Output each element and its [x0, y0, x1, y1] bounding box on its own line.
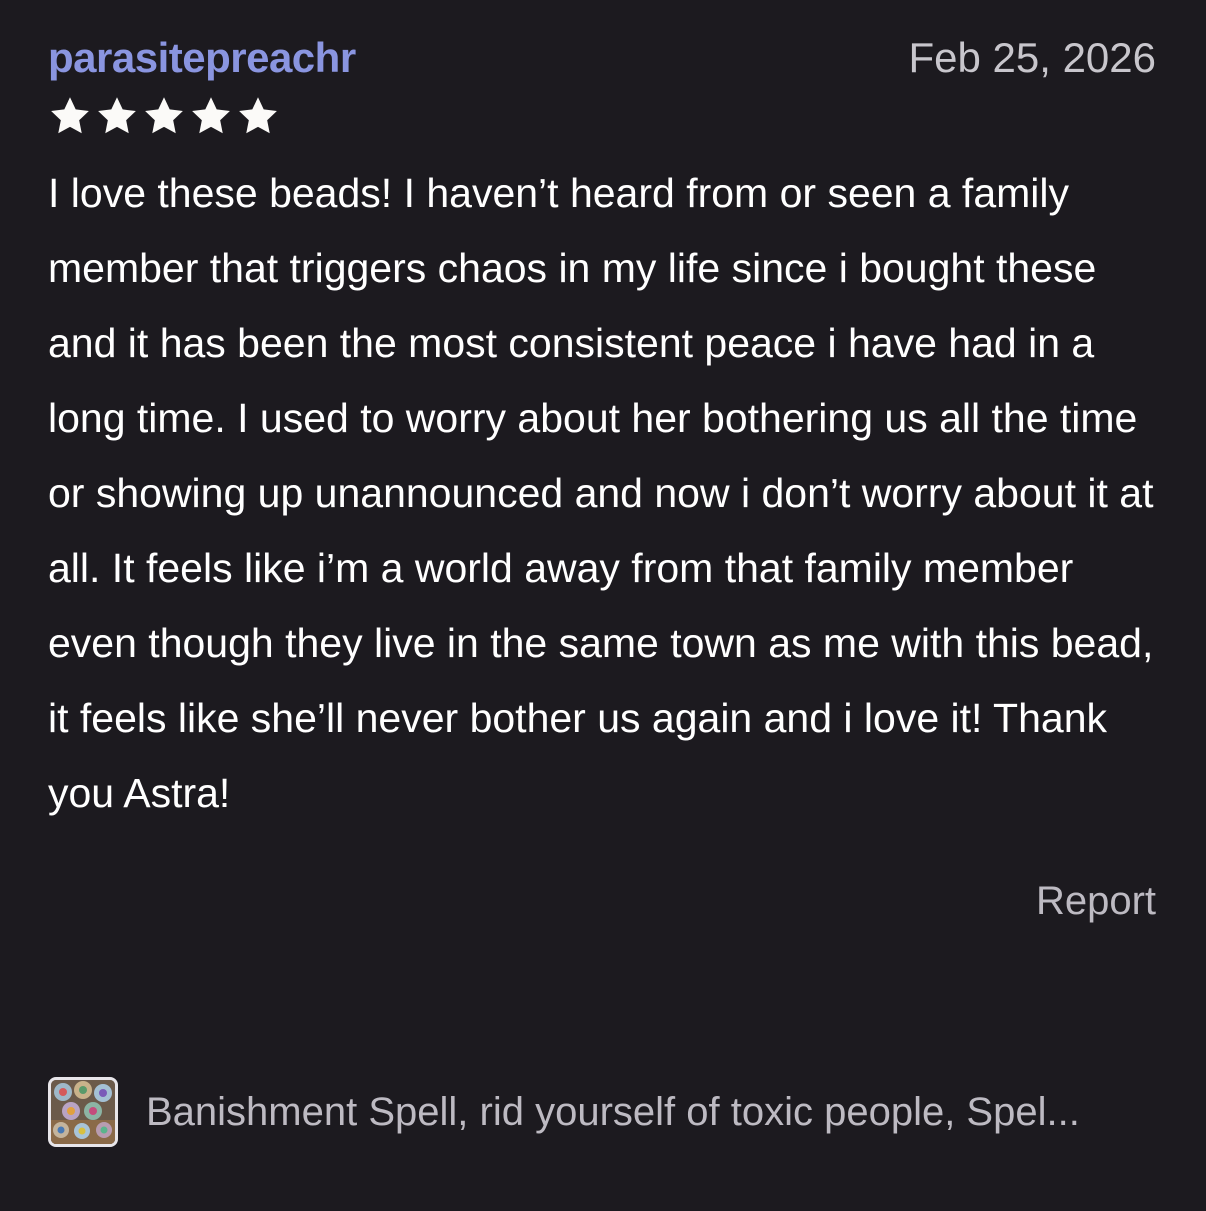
review-header: parasitepreachr Feb 25, 2026 — [48, 30, 1156, 86]
star-icon — [48, 94, 92, 138]
star-icon — [236, 94, 280, 138]
review-body: I love these beads! I haven’t heard from… — [48, 170, 1154, 816]
product-title: Banishment Spell, rid yourself of toxic … — [146, 1089, 1080, 1134]
review-card: parasitepreachr Feb 25, 2026 I love thes… — [48, 30, 1156, 931]
review-date: Feb 25, 2026 — [908, 34, 1156, 81]
star-icon — [142, 94, 186, 138]
product-link[interactable]: Banishment Spell, rid yourself of toxic … — [48, 1075, 1156, 1149]
star-icon — [189, 94, 233, 138]
reviewer-username[interactable]: parasitepreachr — [48, 30, 356, 86]
report-link[interactable]: Report — [1036, 871, 1156, 931]
star-rating — [48, 94, 1156, 140]
review-actions: Report — [48, 871, 1156, 931]
beads-thumbnail-icon — [48, 1077, 118, 1147]
star-icon — [95, 94, 139, 138]
